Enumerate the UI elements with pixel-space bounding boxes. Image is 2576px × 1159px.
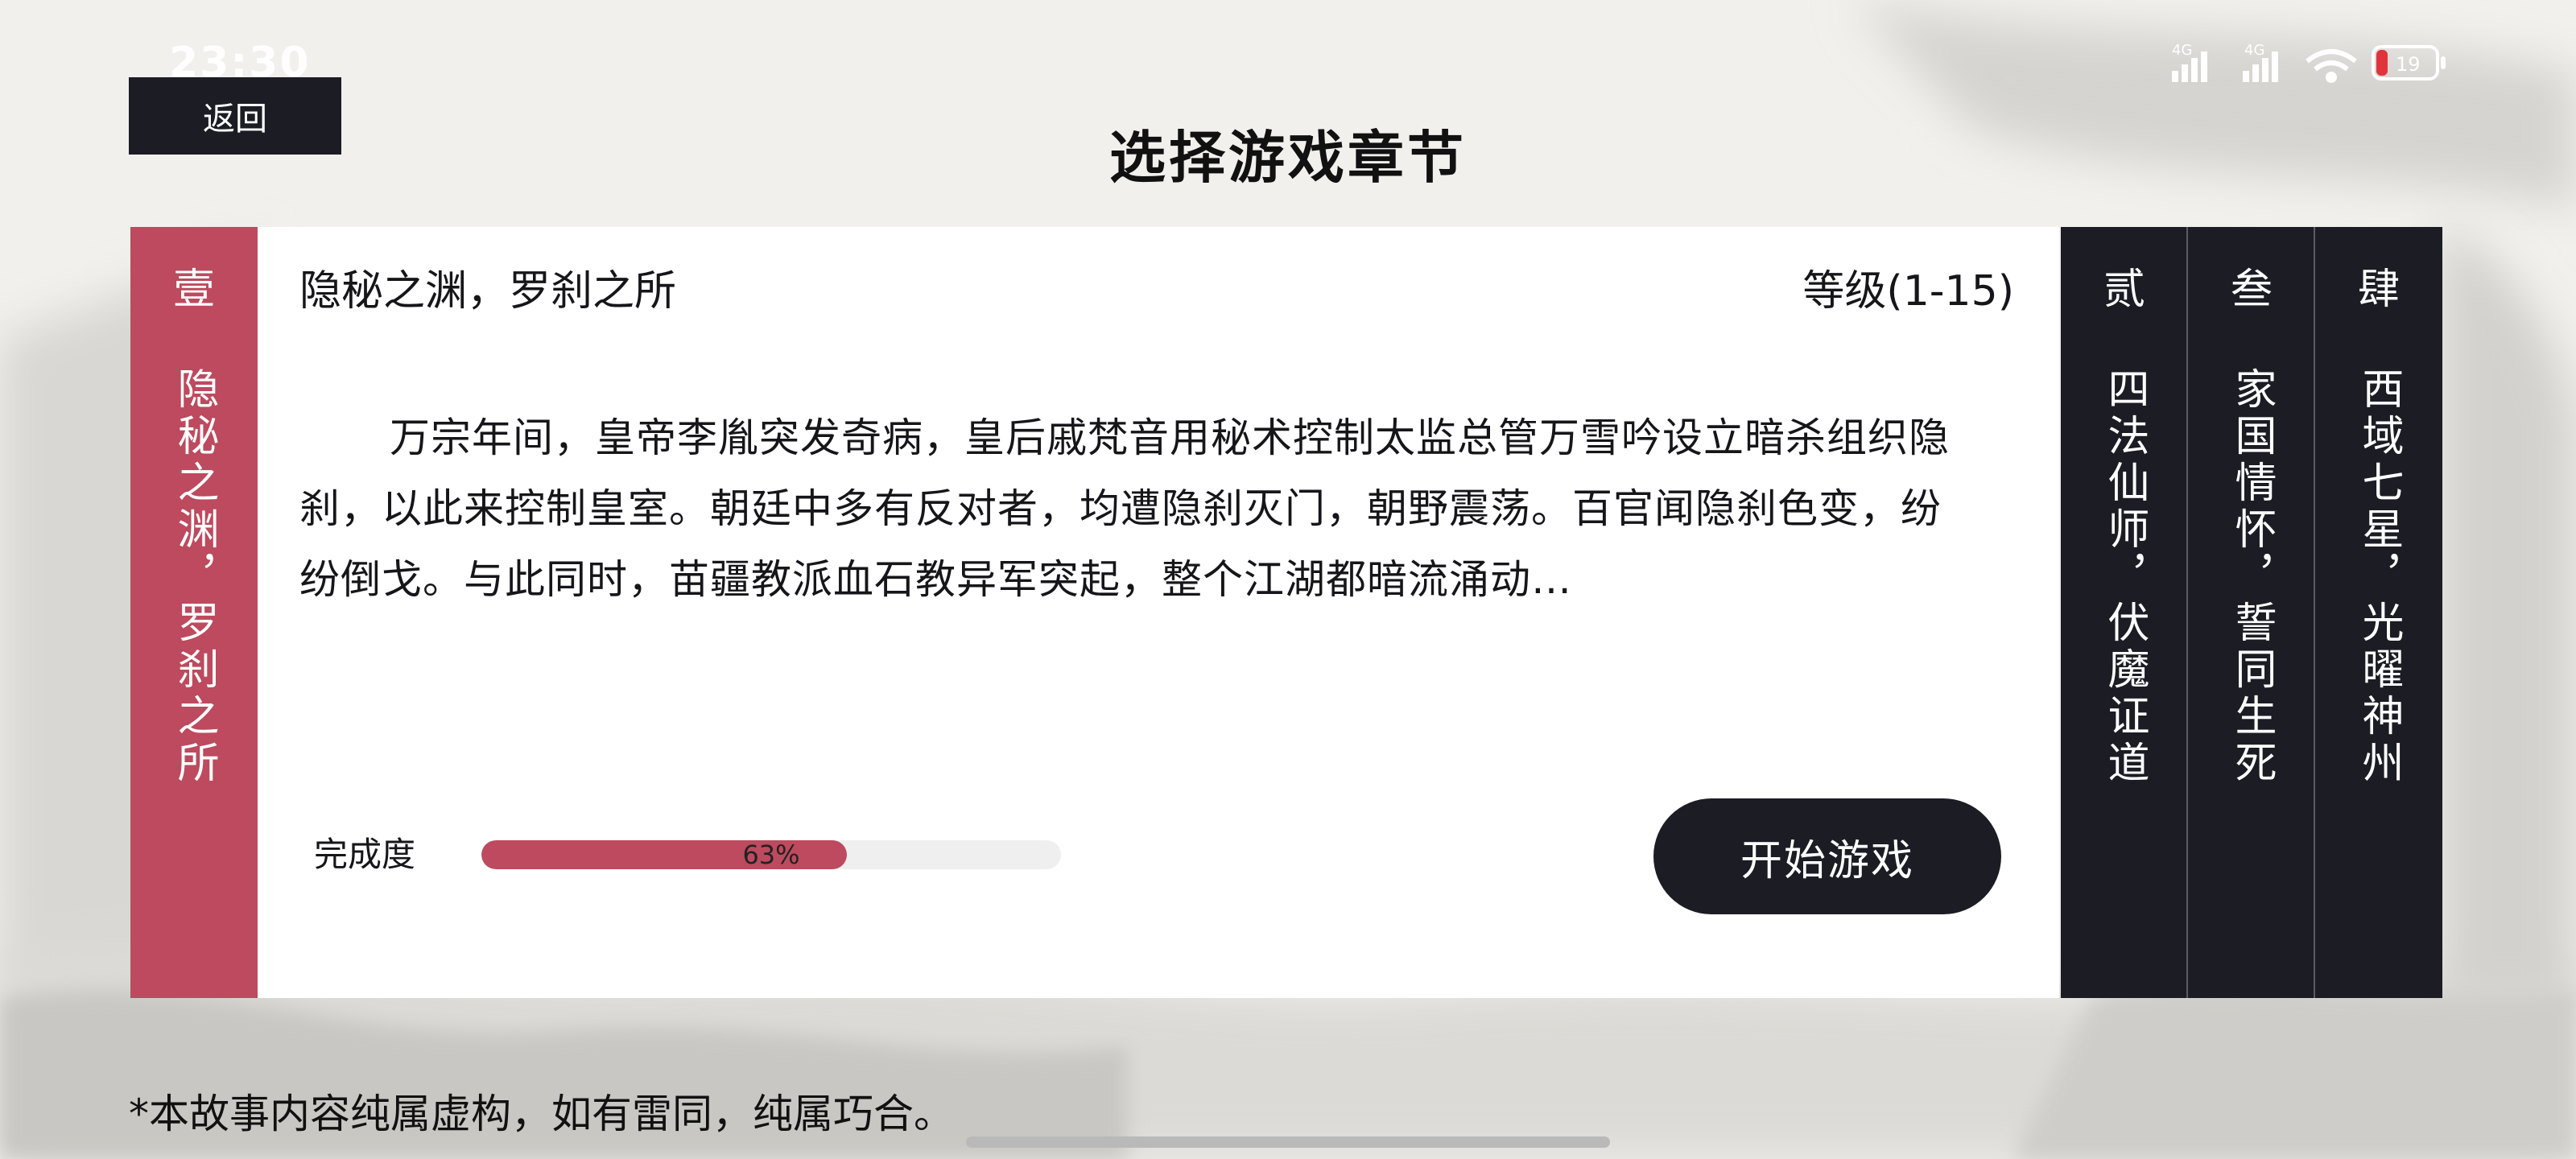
chapter-level: 等级(1-15) (1802, 267, 2014, 316)
start-game-button[interactable]: 开始游戏 (1653, 798, 2001, 914)
progress-value: 63% (742, 840, 800, 869)
battery-icon: 19 (2372, 45, 2446, 80)
page-title: 选择游戏章节 (1109, 125, 1467, 191)
progress-bar: 63% (481, 840, 1061, 869)
chapter-tab-4[interactable]: 肆 西域七星，光曜神州 (2315, 227, 2442, 998)
chapter-strip-title: 西域七星，光曜神州 (2355, 367, 2403, 787)
strip-divider (2186, 227, 2188, 998)
network-label-1: 4G (2172, 42, 2192, 59)
chapter-strip-title: 家国情怀，誓同生死 (2227, 367, 2276, 787)
disclaimer-text: *本故事内容纯属虚构，如有雷同，纯属巧合。 (129, 1091, 954, 1137)
chapter-strip-title: 隐秘之渊，罗刹之所 (170, 367, 218, 787)
chapter-tab-1[interactable]: 壹 隐秘之渊，罗刹之所 (130, 227, 258, 998)
chapter-tab-2[interactable]: 贰 四法仙师，伏魔证道 (2061, 227, 2188, 998)
strip-divider (2314, 227, 2315, 998)
status-bar-icons: 4G 4G 19 (2172, 42, 2446, 83)
chapter-detail-card: 隐秘之渊，罗刹之所 等级(1-15) 万宗年间，皇帝李胤突发奇病，皇后戚梵音用秘… (258, 227, 2059, 998)
chapter-tab-3[interactable]: 叁 家国情怀，誓同生死 (2188, 227, 2315, 998)
battery-level: 19 (2396, 53, 2421, 76)
progress-label: 完成度 (314, 835, 416, 874)
wifi-icon (2306, 49, 2357, 83)
chapter-title: 隐秘之渊，罗刹之所 (299, 267, 677, 316)
chapter-number: 壹 (172, 266, 215, 314)
chapter-description: 万宗年间，皇帝李胤突发奇病，皇后戚梵音用秘术控制太监总管万雪吟设立暗杀组织隐刹，… (299, 415, 1950, 603)
chapter-number: 肆 (2357, 266, 2400, 314)
chapter-number: 贰 (2103, 266, 2145, 314)
chapter-number: 叁 (2230, 266, 2273, 314)
network-label-2: 4G (2244, 42, 2264, 59)
home-indicator[interactable] (966, 1136, 1610, 1148)
chapter-strip-title: 四法仙师，伏魔证道 (2100, 367, 2149, 787)
